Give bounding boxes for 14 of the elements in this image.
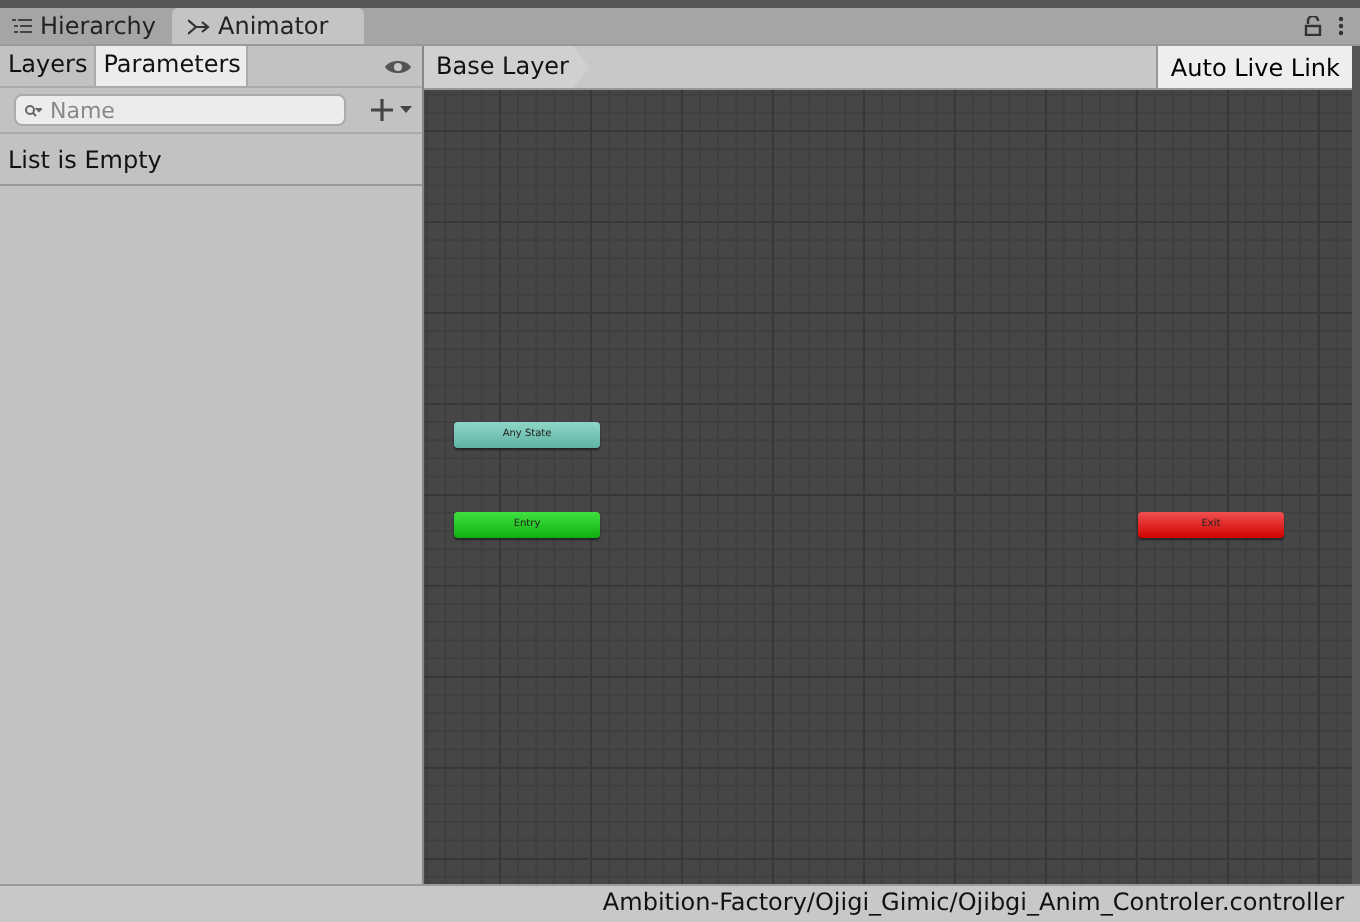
auto-live-link-button[interactable]: Auto Live Link	[1156, 46, 1352, 88]
file-path: Ambition-Factory/Ojigi_Gimic/Ojibgi_Anim_Controler.controller	[0, 884, 1360, 922]
panel-tab[interactable]: Parameters	[95, 46, 249, 86]
window-tab[interactable]: Animator	[172, 8, 365, 44]
add-dropdown-icon[interactable]	[370, 98, 414, 122]
empty-list-message: List is Empty	[0, 134, 422, 186]
lock-icon[interactable]	[1304, 16, 1322, 36]
more-icon[interactable]	[1338, 16, 1344, 36]
list-icon	[12, 18, 32, 34]
search-field[interactable]: Name	[14, 94, 346, 126]
breadcrumb[interactable]: Base Layer	[424, 46, 589, 88]
fork-icon	[188, 17, 211, 35]
window-tab[interactable]: Hierarchy	[0, 8, 173, 44]
eye-icon[interactable]	[384, 57, 412, 75]
